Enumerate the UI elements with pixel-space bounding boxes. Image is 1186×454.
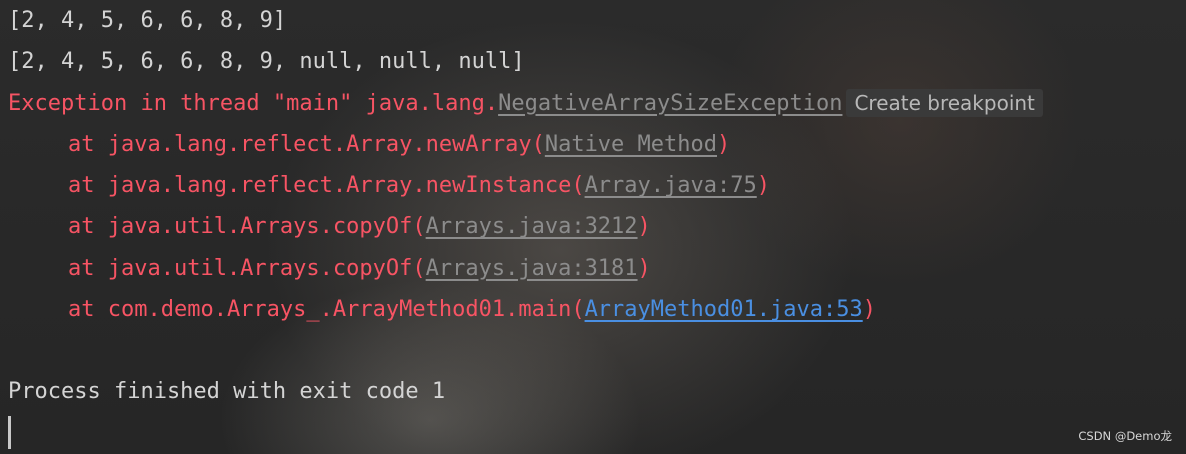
stack-frame-location-link[interactable]: Array.java:75 <box>585 165 757 206</box>
stack-frame-suffix: ) <box>756 173 770 199</box>
stack-frame: at com.demo.Arrays_.ArrayMethod01.main(A… <box>8 289 1178 330</box>
output-text: [2, 4, 5, 6, 6, 8, 9, null, null, null] <box>8 49 525 75</box>
stack-frame-suffix: ) <box>637 214 651 240</box>
exit-message-line: Process finished with exit code 1 <box>8 371 1178 412</box>
stack-frame-method: at java.lang.reflect.Array.newArray( <box>68 131 545 157</box>
stack-frame-location-link[interactable]: Arrays.java:3181 <box>426 248 638 289</box>
stack-frame: at java.util.Arrays.copyOf(Arrays.java:3… <box>8 248 1178 289</box>
stack-frame-method: at java.util.Arrays.copyOf( <box>68 255 426 281</box>
stack-frame: at java.lang.reflect.Array.newInstance(A… <box>8 165 1178 206</box>
create-breakpoint-tooltip[interactable]: Create breakpoint <box>846 89 1043 118</box>
watermark: CSDN @Demo龙 <box>1078 429 1172 443</box>
stack-frame-method: at java.util.Arrays.copyOf( <box>68 214 426 240</box>
stack-frame-suffix: ) <box>717 131 731 157</box>
stack-frame: at java.util.Arrays.copyOf(Arrays.java:3… <box>8 206 1178 247</box>
output-line-1: [2, 4, 5, 6, 6, 8, 9] <box>8 0 1178 41</box>
exception-prefix: Exception in thread "main" java.lang. <box>8 90 499 116</box>
stack-frame-method: at java.lang.reflect.Array.newInstance( <box>68 173 585 199</box>
stack-frame-location-link[interactable]: ArrayMethod01.java:53 <box>585 289 863 330</box>
output-line-2: [2, 4, 5, 6, 6, 8, 9, null, null, null] <box>8 41 1178 82</box>
text-cursor <box>8 416 11 449</box>
stack-frame-location-link[interactable]: Arrays.java:3212 <box>426 206 638 247</box>
stack-frame-suffix: ) <box>862 297 876 323</box>
exception-class-link[interactable]: NegativeArraySizeException <box>498 83 842 124</box>
output-text: [2, 4, 5, 6, 6, 8, 9] <box>8 8 287 33</box>
stack-frame-suffix: ) <box>637 255 651 281</box>
exit-message: Process finished with exit code 1 <box>8 379 446 405</box>
stack-frame-location-link[interactable]: Native Method <box>545 124 717 165</box>
exception-line: Exception in thread "main" java.lang. Neg… <box>8 83 1178 124</box>
stack-frame: at java.lang.reflect.Array.newArray(Nati… <box>8 124 1178 165</box>
console-output[interactable]: [2, 4, 5, 6, 6, 8, 9] [2, 4, 5, 6, 6, 8,… <box>8 0 1178 413</box>
stack-frame-method: at com.demo.Arrays_.ArrayMethod01.main( <box>68 297 585 323</box>
